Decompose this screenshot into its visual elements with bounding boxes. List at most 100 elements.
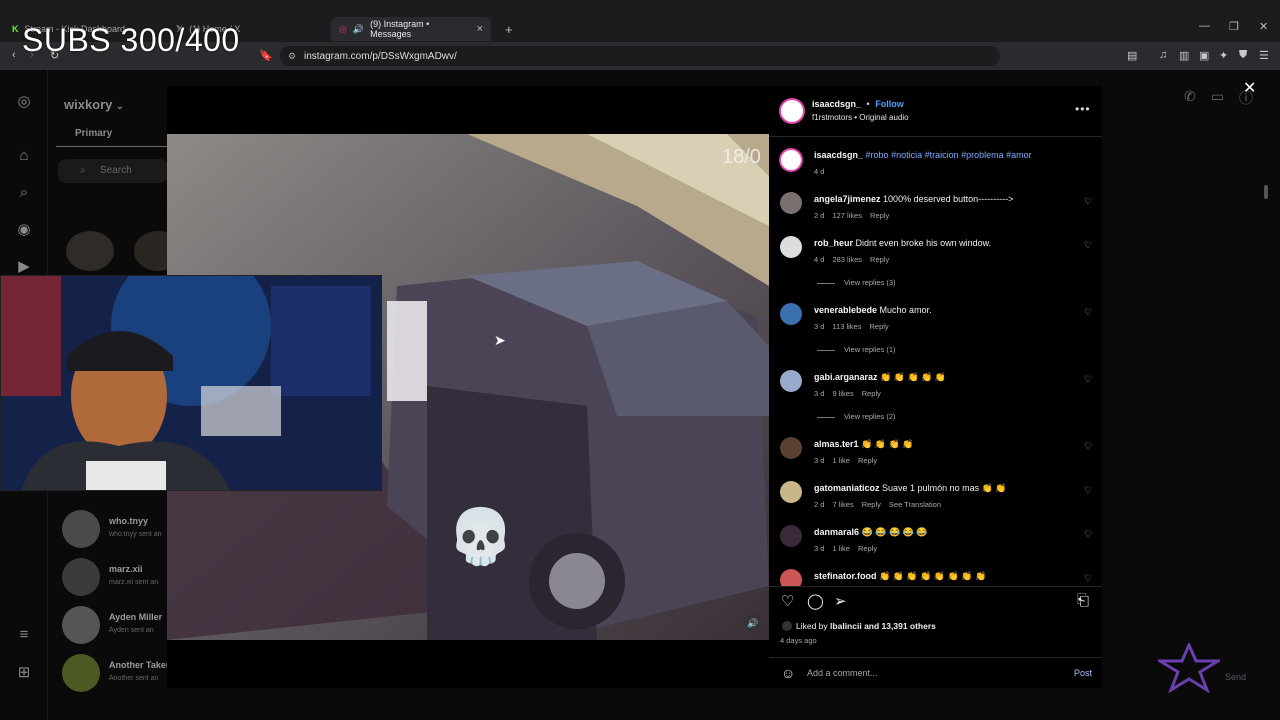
likes-count[interactable]: 113 likes <box>832 322 861 331</box>
likes-count[interactable]: 127 likes <box>832 211 862 220</box>
reply-button[interactable]: Reply <box>862 500 881 509</box>
bookmark-icon[interactable]: 🔖 <box>259 49 273 62</box>
reply-button[interactable]: Reply <box>858 456 877 465</box>
like-comment-icon[interactable]: ♡ <box>1084 196 1092 207</box>
like-comment-icon[interactable]: ♡ <box>1084 374 1092 385</box>
comment-username[interactable]: venerablebede <box>814 305 877 315</box>
reply-button[interactable]: Reply <box>870 211 889 220</box>
avatar[interactable] <box>780 481 802 503</box>
caption-hashtags[interactable]: #robo #noticia #traicion #problema #amor <box>866 150 1032 160</box>
note-avatar[interactable] <box>66 231 114 271</box>
liked-by-user[interactable]: lbalincii <box>830 621 862 631</box>
speaker-icon[interactable]: 🔊 <box>353 24 364 35</box>
likes-total[interactable]: and 13,391 others <box>864 621 936 631</box>
comment-username[interactable]: gabi.arganaraz <box>814 372 878 382</box>
comment-username[interactable]: angela7jimenez <box>814 194 881 204</box>
avatar[interactable] <box>780 569 802 586</box>
post-comment-button[interactable]: Post <box>1074 668 1092 678</box>
comment-icon[interactable]: ◯ <box>807 592 824 610</box>
likes-count[interactable]: 7 likes <box>832 500 853 509</box>
back-icon[interactable]: ‹ <box>12 49 16 61</box>
avatar[interactable] <box>780 437 802 459</box>
minimize-icon[interactable]: — <box>1199 20 1210 32</box>
follow-button[interactable]: Follow <box>875 99 904 109</box>
site-info-icon[interactable]: ⚙ <box>288 51 296 62</box>
comment-input[interactable]: Add a comment... <box>807 668 878 678</box>
tab-primary[interactable]: Primary <box>75 128 112 139</box>
mute-toggle-icon[interactable]: 🔊 <box>744 614 762 632</box>
avatar <box>62 654 100 692</box>
address-bar[interactable]: ⚙ instagram.com/p/DSsWxgmADwv/ <box>280 46 1000 66</box>
author-avatar[interactable] <box>779 98 805 124</box>
music-icon[interactable]: ♫ <box>1159 49 1167 61</box>
comment-username[interactable]: rob_heur <box>814 238 853 248</box>
avatar[interactable] <box>780 370 802 392</box>
search-input[interactable]: ⌕ Search <box>58 159 168 183</box>
leo-ai-icon[interactable]: ✦ <box>1219 49 1228 62</box>
caption-username[interactable]: isaacdsgn_ <box>814 150 863 160</box>
dm-thread[interactable]: Ayden Miller Ayden sent an <box>62 606 172 646</box>
like-icon[interactable]: ♡ <box>781 592 794 610</box>
view-replies-button[interactable]: View replies (2) <box>817 412 896 421</box>
reply-button[interactable]: Reply <box>862 389 881 398</box>
comment-username[interactable]: danmaral6 <box>814 527 859 537</box>
reply-button[interactable]: Reply <box>870 255 889 264</box>
original-audio-link[interactable]: f1rstmotors • Original audio <box>812 113 909 122</box>
reader-icon[interactable]: ▥ <box>1179 49 1189 62</box>
scrollbar[interactable] <box>1264 185 1268 199</box>
like-comment-icon[interactable]: ♡ <box>1084 307 1092 318</box>
avatar[interactable] <box>779 148 803 172</box>
dm-thread[interactable]: Another Taker Another sent an <box>62 654 172 694</box>
send-button[interactable]: Send <box>1225 672 1246 682</box>
author-username[interactable]: isaacdsgn_ <box>812 99 861 109</box>
dm-thread[interactable]: who.tnyy who.tnyy sent an <box>62 510 172 550</box>
emoji-picker-icon[interactable]: ☺ <box>781 665 795 681</box>
wallet-icon[interactable]: ▣ <box>1199 49 1209 62</box>
maximize-icon[interactable]: ❐ <box>1229 20 1239 33</box>
comment-username[interactable]: almas.ter1 <box>814 439 859 449</box>
view-replies-button[interactable]: View replies (1) <box>817 345 896 354</box>
likes-count[interactable]: 9 likes <box>832 389 853 398</box>
close-icon[interactable]: ✕ <box>1243 78 1256 98</box>
instagram-logo-icon[interactable]: ◎ <box>14 92 34 112</box>
like-comment-icon[interactable]: ♡ <box>1084 529 1092 540</box>
phone-icon[interactable]: ✆ <box>1184 88 1196 105</box>
home-icon[interactable]: ⌂ <box>14 146 34 166</box>
view-replies-button[interactable]: View replies (3) <box>817 278 896 287</box>
reply-button[interactable]: Reply <box>858 544 877 553</box>
search-icon[interactable]: ⌕ <box>14 183 34 203</box>
vpn-icon[interactable]: ⛊ <box>1239 49 1247 62</box>
new-tab-button[interactable]: + <box>497 18 521 40</box>
close-tab-icon[interactable]: × <box>477 23 483 35</box>
video-call-icon[interactable]: ▭ <box>1211 88 1224 105</box>
search-icon: ⌕ <box>80 165 86 176</box>
likes-count[interactable]: 1 like <box>832 456 850 465</box>
comment-username[interactable]: gatomaniaticoz <box>814 483 880 493</box>
reply-button[interactable]: Reply <box>869 322 888 331</box>
see-translation-button[interactable]: See Translation <box>889 500 941 509</box>
dm-thread[interactable]: marz.xii marz.xii sent an <box>62 558 172 598</box>
account-switcher[interactable]: wixkory ⌄ <box>64 97 124 112</box>
avatar[interactable] <box>780 192 802 214</box>
save-icon[interactable]: ⎗ <box>1077 592 1089 609</box>
likes-count[interactable]: 283 likes <box>832 255 862 264</box>
avatar[interactable] <box>780 525 802 547</box>
more-menu-icon[interactable]: ≡ <box>14 625 34 645</box>
likes-count[interactable]: 1 like <box>832 544 850 553</box>
meta-apps-icon[interactable]: ⊞ <box>14 663 34 683</box>
like-comment-icon[interactable]: ♡ <box>1084 573 1092 584</box>
share-icon[interactable]: ➢ <box>834 592 847 610</box>
tab-instagram-messages[interactable]: ◎ 🔊 (9) Instagram • Messages × <box>331 17 491 41</box>
comment-username[interactable]: stefinator.food <box>814 571 877 581</box>
like-comment-icon[interactable]: ♡ <box>1084 240 1092 251</box>
avatar[interactable] <box>780 236 802 258</box>
menu-icon[interactable]: ☰ <box>1259 49 1269 62</box>
explore-icon[interactable]: ◉ <box>14 220 34 240</box>
like-comment-icon[interactable]: ♡ <box>1084 441 1092 452</box>
close-window-icon[interactable]: ✕ <box>1259 20 1268 33</box>
more-options-icon[interactable]: ••• <box>1075 102 1091 116</box>
reels-icon[interactable]: ▶ <box>14 257 34 277</box>
like-comment-icon[interactable]: ♡ <box>1084 485 1092 496</box>
sidebar-toggle-icon[interactable]: ▤ <box>1127 49 1137 62</box>
avatar[interactable] <box>780 303 802 325</box>
